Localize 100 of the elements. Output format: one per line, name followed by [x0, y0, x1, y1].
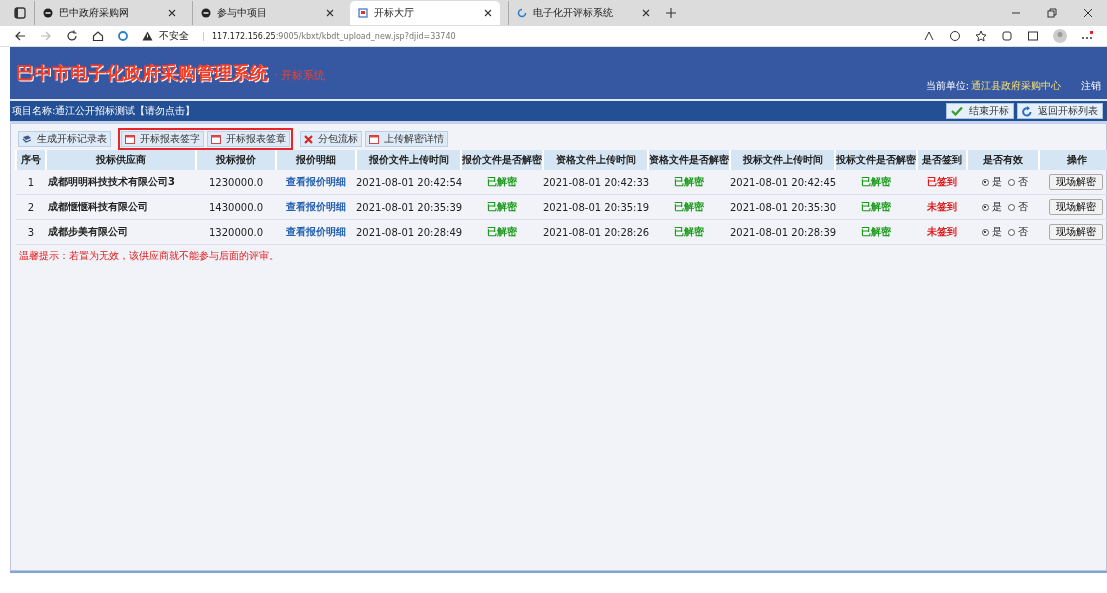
site-subtitle: · 开标系统: [274, 68, 325, 83]
browser-tab[interactable]: 巴中政府采购网: [34, 1, 184, 25]
url-field[interactable]: 117.172.156.25:9005/kbxt/kbdt_upload_new.jsp?djid=33740: [203, 31, 456, 41]
signin-status: 未签到: [927, 201, 957, 212]
project-name: 项目名称:通江公开招标测试【请勿点击】: [12, 104, 196, 118]
toolbar-button[interactable]: 开标报表签章: [207, 131, 290, 147]
radio-button[interactable]: [981, 203, 989, 211]
decrypt-status: 已解密: [487, 201, 517, 212]
toolbar-button[interactable]: 分包流标: [300, 131, 362, 147]
radio-label: 否: [1017, 175, 1028, 189]
document-icon: [22, 134, 32, 144]
radio-button[interactable]: [1007, 178, 1015, 186]
calendar-icon: [211, 134, 221, 144]
column-header: 序号: [16, 150, 46, 170]
decrypt-status: 已解密: [861, 201, 891, 212]
radio-label: 是: [991, 175, 1002, 189]
cross-icon: [304, 134, 313, 144]
toolbar-button[interactable]: 开标报表签字: [121, 131, 204, 147]
restore-icon[interactable]: [1047, 8, 1057, 18]
refresh-icon[interactable]: [66, 30, 78, 42]
close-icon[interactable]: [326, 9, 334, 17]
column-header: 资格文件是否解密: [648, 150, 730, 170]
warning-icon[interactable]: [142, 31, 153, 41]
price-detail-link[interactable]: 查看报价明细: [286, 176, 346, 187]
signin-status: 未签到: [927, 226, 957, 237]
bid-price: 1320000.0: [208, 226, 264, 238]
decrypt-status: 已解密: [674, 176, 704, 187]
radio-label: 是: [991, 225, 1002, 239]
close-icon[interactable]: [1083, 8, 1093, 18]
favorites-icon[interactable]: [975, 30, 987, 42]
decrypt-button[interactable]: 现场解密: [1049, 199, 1103, 215]
supplier-name: 成都惬惬科技有限公司: [48, 201, 148, 212]
column-header: 投标文件上传时间: [730, 150, 835, 170]
close-icon[interactable]: [642, 9, 650, 17]
project-button[interactable]: 返回开标列表: [1017, 103, 1103, 119]
radio-label: 否: [1017, 200, 1028, 214]
upload-time: 2021-08-01 20:28:26: [543, 226, 650, 238]
browser-tab[interactable]: 电子化开评标系统: [508, 1, 658, 25]
decrypt-status: 已解密: [861, 176, 891, 187]
decrypt-button[interactable]: 现场解密: [1049, 224, 1103, 240]
decrypt-status: 已解密: [861, 226, 891, 237]
back-icon[interactable]: [14, 30, 26, 42]
logout-link[interactable]: 注销: [1081, 79, 1101, 93]
upload-time: 2021-08-01 20:42:33: [543, 176, 650, 188]
radio-button[interactable]: [981, 178, 989, 186]
upload-time: 2021-08-01 20:35:19: [543, 201, 650, 213]
radio-button[interactable]: [1007, 228, 1015, 236]
radio-button[interactable]: [981, 228, 989, 236]
check-icon: [951, 106, 963, 116]
decrypt-status: 已解密: [674, 201, 704, 212]
upload-time: 2021-08-01 20:42:45: [730, 176, 837, 188]
refresh-icon: [1022, 105, 1032, 117]
more-icon[interactable]: [1081, 30, 1093, 42]
toolbar-button[interactable]: 上传解密详情: [365, 131, 448, 147]
browser-tab[interactable]: 参与中项目: [192, 1, 342, 25]
price-detail-link[interactable]: 查看报价明细: [286, 201, 346, 212]
security-label: 不安全: [159, 29, 189, 43]
supplier-name: 成都明明科技技术有限公司3: [48, 176, 175, 187]
close-icon[interactable]: [168, 9, 176, 17]
decrypt-status: 已解密: [487, 176, 517, 187]
project-button[interactable]: 结束开标: [946, 103, 1014, 119]
price-detail-link[interactable]: 查看报价明细: [286, 226, 346, 237]
upload-time: 2021-08-01 20:28:49: [356, 226, 463, 238]
radio-label: 是: [991, 200, 1002, 214]
row-number: 3: [27, 226, 35, 238]
column-header: 操作: [1039, 150, 1107, 170]
avatar-icon[interactable]: [1053, 29, 1067, 43]
supplier-name: 成都步美有限公司: [48, 226, 128, 237]
column-header: 投标文件是否解密: [835, 150, 917, 170]
bid-price: 1430000.0: [208, 201, 264, 213]
tab-actions-icon[interactable]: [14, 7, 26, 19]
decrypt-button[interactable]: 现场解密: [1049, 174, 1103, 190]
column-header: 报价明细: [276, 150, 356, 170]
signin-status: 已签到: [927, 176, 957, 187]
calendar-icon: [125, 134, 135, 144]
toolbar-button[interactable]: 生成开标记录表: [18, 131, 111, 147]
upload-time: 2021-08-01 20:35:30: [730, 201, 837, 213]
decrypt-status: 已解密: [674, 226, 704, 237]
row-number: 2: [27, 201, 35, 213]
upload-time: 2021-08-01 20:28:39: [730, 226, 837, 238]
browser-tab[interactable]: 开标大厅: [350, 1, 500, 25]
unit-label: 当前单位:: [925, 79, 969, 93]
site-title: 巴中市电子化政府采购管理系统: [16, 61, 268, 85]
row-number: 1: [27, 176, 35, 188]
radio-label: 否: [1017, 225, 1028, 239]
close-icon[interactable]: [484, 9, 492, 17]
home-icon[interactable]: [92, 30, 104, 42]
upload-time: 2021-08-01 20:35:39: [356, 201, 463, 213]
new-tab-icon[interactable]: [666, 8, 676, 18]
column-header: 资格文件上传时间: [543, 150, 648, 170]
column-header: 报价文件上传时间: [356, 150, 461, 170]
column-header: 是否有效: [967, 150, 1039, 170]
column-header: 报价文件是否解密: [461, 150, 543, 170]
unit-name: 通江县政府采购中心: [971, 79, 1061, 93]
upload-time: 2021-08-01 20:42:54: [356, 176, 463, 188]
radio-button[interactable]: [1007, 203, 1015, 211]
column-header: 投标供应商: [46, 150, 196, 170]
loading-icon: [517, 8, 527, 18]
column-header: 是否签到: [917, 150, 967, 170]
calendar-icon: [369, 134, 379, 144]
